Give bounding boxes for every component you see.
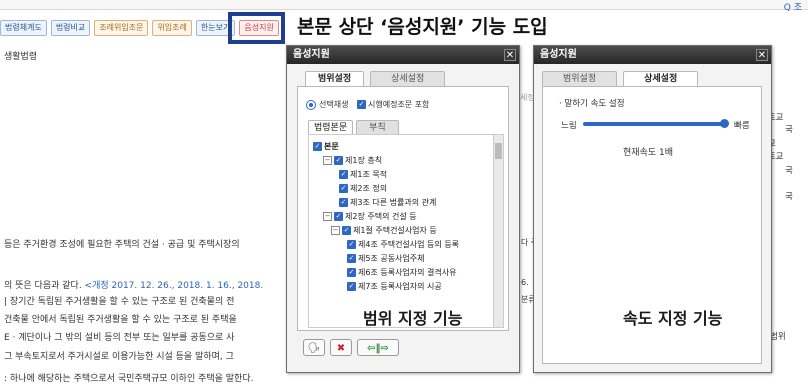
tree-item[interactable]: ✓ 제4조 주택건설사업 등의 등록 xyxy=(347,239,459,250)
selected-play-radio[interactable] xyxy=(306,99,316,110)
slow-label: 느림 xyxy=(561,121,577,131)
body-line-6: 그 부속토지로서 주거시설로 이용가능한 시설 등을 말하며, 그 xyxy=(4,352,234,362)
cancel-icon[interactable]: ✖ xyxy=(330,339,352,356)
body-line-2: 의 뜻은 다음과 같다. <개정 2017. 12. 26., 2018. 1.… xyxy=(4,281,264,291)
speed-caption: 속도 지정 기능 xyxy=(623,309,723,328)
panel-title: 음성지원 xyxy=(287,46,519,64)
include-label: 시행예정조문 포함 xyxy=(368,100,430,109)
tab-detail-settings[interactable]: 상세설정 xyxy=(623,71,699,86)
speed-slider[interactable] xyxy=(583,122,725,126)
body-line-3: | 장기간 독립된 주거생활을 할 수 있는 구조로 된 건축물의 전 xyxy=(4,297,235,307)
tree-item[interactable]: ✓ 제5조 공동사업주체 xyxy=(347,253,425,264)
tab-detail-settings[interactable]: 상세설정 xyxy=(370,71,446,86)
toolbar-button-compare[interactable]: 법령비교 xyxy=(50,20,91,36)
fast-label: 빠름 xyxy=(734,121,750,131)
right-fragment-6: 국 xyxy=(785,192,793,202)
close-icon[interactable]: ✕ xyxy=(756,49,768,61)
body-line-5: E · 계단이나 그 밖의 설비 등의 전부 또는 일부를 공동으로 사 xyxy=(4,333,235,343)
article-tree: ✓ 본문 − ✓ 제1장 총칙 ✓ 제1조 목적 ✓ 제2조 정의 ✓ 제3조 다른 법률과… xyxy=(308,134,504,328)
body-line-4: 건축물 안에서 독립된 주거생활을 할 수 있는 구조로 된 주택을 xyxy=(4,315,237,325)
subtab-body[interactable]: 법령본문 xyxy=(308,120,354,134)
speaker-icon[interactable]: 🗣 xyxy=(303,339,325,356)
top-strip xyxy=(0,0,808,10)
right-fragment-5: 국 xyxy=(785,166,793,176)
tree-item[interactable]: ✓ 제2조 정의 xyxy=(339,183,387,194)
right-fragment-2: 국 xyxy=(785,125,793,135)
voice-button-highlight xyxy=(228,12,285,44)
tree-item-root[interactable]: ✓ 본문 xyxy=(313,141,339,152)
detail-settings-body: · 말하기 속도 설정 느림 빠름 현재속도 1배 속도 지정 기능 xyxy=(542,86,762,364)
subtab-addenda[interactable]: 부칙 xyxy=(356,120,399,134)
include-checkbox[interactable]: ✓ xyxy=(357,100,366,109)
right-fragment-7: 범위 xyxy=(770,332,786,342)
tree-item[interactable]: − ✓ 제1절 주택건설사업자 등 xyxy=(331,225,437,236)
scroll-thumb[interactable] xyxy=(495,143,502,159)
close-icon[interactable]: ✕ xyxy=(504,49,516,61)
tree-scrollbar[interactable] xyxy=(493,135,503,327)
range-settings-body: 선택재생 ✓ 시행예정조문 포함 법령본문 부칙 ✓ 본문 − ✓ 제1장 총칙 ✓ 제1… xyxy=(297,86,509,331)
tree-item[interactable]: − ✓ 제1장 총칙 xyxy=(323,155,382,166)
toolbar-button-system[interactable]: 법령체계도 xyxy=(0,20,47,36)
tree-item[interactable]: ✓ 제1조 목적 xyxy=(339,169,387,180)
voice-range-panel: 음성지원 ✕ 범위설정 상세설정 선택재생 ✓ 시행예정조문 포함 법령본문 부칙… xyxy=(286,45,520,373)
toolbar-button-ordinance-articles[interactable]: 조례위임조문 xyxy=(94,20,149,36)
range-caption: 범위 지정 기능 xyxy=(363,309,463,328)
mid-text-2: 6. xyxy=(521,278,529,287)
body-line-1: 등은 주거환경 조성에 필요한 주택의 건설 · 공급 및 주택시장의 xyxy=(4,240,240,250)
panel-title: 음성지원 xyxy=(534,46,771,64)
law-title: 생활법령 xyxy=(4,52,38,62)
tab-range-settings[interactable]: 범위설정 xyxy=(542,71,618,86)
body-line-7: : 하나에 해당하는 주택으로서 국민주택규모 이하인 주택을 말한다. xyxy=(4,374,254,384)
toolbar-button-delegated-ordinance[interactable]: 위임조례 xyxy=(152,20,192,36)
search-link[interactable]: Q 조 xyxy=(784,0,802,13)
tree-item[interactable]: ✓ 제6조 등록사업자의 결격사유 xyxy=(347,267,457,278)
headline-caption: 본문 상단 ‘음성지원’ 기능 도입 xyxy=(297,16,548,38)
tree-item[interactable]: − ✓ 제2장 주택의 건설 등 xyxy=(323,211,417,222)
tab-range-settings[interactable]: 범위설정 xyxy=(305,71,365,86)
playback-controls-icon[interactable]: ⇦‖⇨ xyxy=(357,339,399,356)
selected-play-label: 선택재생 xyxy=(319,100,349,109)
speed-heading: · 말하기 속도 설정 xyxy=(559,99,625,109)
voice-detail-panel: 음성지원 ✕ 범위설정 상세설정 · 말하기 속도 설정 느림 빠름 현재속도 … xyxy=(533,45,772,373)
speed-slider-knob[interactable] xyxy=(720,119,729,128)
current-speed: 현재속도 1배 xyxy=(623,148,673,158)
tree-item[interactable]: ✓ 제7조 등록사업자의 시공 xyxy=(347,281,442,292)
play-options: 선택재생 ✓ 시행예정조문 포함 xyxy=(306,99,429,110)
tree-item[interactable]: ✓ 제3조 다른 법률과의 관계 xyxy=(339,197,436,208)
